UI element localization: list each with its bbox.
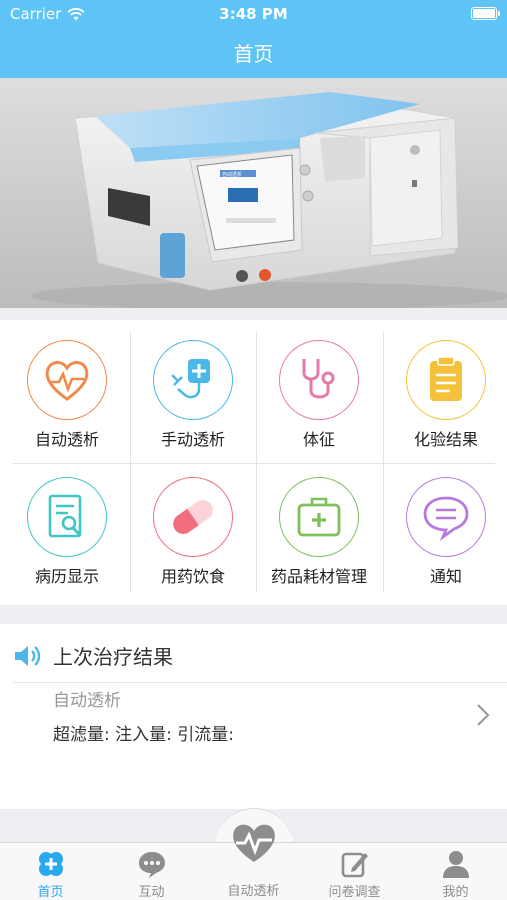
home-cross-icon bbox=[39, 852, 63, 876]
medical-kit-icon bbox=[297, 497, 341, 537]
message-icon bbox=[423, 496, 469, 542]
grid-item-label: 病历显示 bbox=[34, 567, 99, 586]
dialysis-device-image: 自动透析 bbox=[30, 92, 507, 308]
last-result-card[interactable]: 上次治疗结果 自动透析 超滤量: 注入量: 引流量: bbox=[0, 624, 507, 809]
tab-interaction[interactable]: 互动 bbox=[101, 843, 202, 900]
survey-edit-icon bbox=[341, 852, 368, 878]
tab-home[interactable]: 首页 bbox=[0, 843, 101, 900]
chevron-right-icon[interactable] bbox=[475, 702, 491, 728]
grid-item-label: 用药饮食 bbox=[160, 567, 225, 586]
grid-item-label: 通知 bbox=[429, 567, 462, 586]
divider bbox=[13, 682, 507, 683]
capsule-icon bbox=[173, 500, 213, 534]
status-bar: Carrier 3:48 PM bbox=[0, 0, 507, 28]
grid-item-medication-diet[interactable]: 用药饮食 bbox=[130, 457, 256, 594]
battery-icon bbox=[471, 7, 500, 20]
grid-item-label: 体征 bbox=[302, 430, 335, 449]
grid-item-vital-signs[interactable]: 体征 bbox=[256, 320, 382, 457]
status-time: 3:48 PM bbox=[219, 5, 288, 23]
manual-dialysis-icon bbox=[171, 359, 210, 399]
clipboard-icon bbox=[430, 356, 462, 401]
speaker-icon bbox=[15, 646, 41, 666]
icon-circle bbox=[153, 477, 233, 557]
grid-item-manual-dialysis[interactable]: 手动透析 bbox=[130, 320, 256, 457]
last-result-title: 上次治疗结果 bbox=[53, 645, 173, 669]
medical-record-icon bbox=[48, 494, 82, 538]
grid-item-notifications[interactable]: 通知 bbox=[383, 457, 507, 594]
tab-mine[interactable]: 我的 bbox=[405, 843, 506, 900]
stethoscope-icon bbox=[302, 359, 335, 399]
battery-fill bbox=[473, 9, 495, 18]
icon-circle bbox=[153, 340, 233, 420]
last-result-stats: 超滤量: 注入量: 引流量: bbox=[53, 725, 234, 745]
tab-label: 问卷调查 bbox=[328, 885, 381, 900]
tab-label: 自动透析 bbox=[227, 884, 280, 899]
page-title: 首页 bbox=[233, 42, 274, 66]
grid-item-lab-results[interactable]: 化验结果 bbox=[383, 320, 507, 457]
grid-item-label: 药品耗材管理 bbox=[270, 567, 367, 586]
icon-circle bbox=[279, 340, 359, 420]
icon-circle bbox=[406, 340, 486, 420]
tab-survey[interactable]: 问卷调查 bbox=[304, 843, 405, 900]
app-screen: Carrier 3:48 PM 首页 自动透析 自动透析 手动透析 体征 化验结… bbox=[0, 0, 507, 900]
icon-circle bbox=[279, 477, 359, 557]
svg-text:自动透析: 自动透析 bbox=[222, 171, 242, 178]
grid-item-label: 手动透析 bbox=[160, 430, 225, 449]
tab-label: 我的 bbox=[442, 885, 469, 900]
function-grid: 自动透析 手动透析 体征 化验结果 病历显示 用药饮食 药品耗材管理 通知 bbox=[0, 320, 507, 605]
top-bar: Carrier 3:48 PM 首页 bbox=[0, 0, 507, 78]
icon-circle bbox=[27, 340, 107, 420]
last-result-mode: 自动透析 bbox=[53, 691, 121, 711]
grid-item-supplies-management[interactable]: 药品耗材管理 bbox=[256, 457, 382, 594]
heart-pulse-icon bbox=[45, 361, 89, 401]
user-icon bbox=[443, 851, 469, 878]
chat-icon bbox=[139, 852, 165, 878]
hero-banner[interactable]: 自动透析 bbox=[0, 78, 507, 308]
icon-circle bbox=[406, 477, 486, 557]
grid-item-auto-dialysis[interactable]: 自动透析 bbox=[4, 320, 130, 457]
tab-label: 首页 bbox=[37, 885, 64, 900]
grid-item-label: 自动透析 bbox=[34, 430, 99, 449]
grid-item-medical-records[interactable]: 病历显示 bbox=[4, 457, 130, 594]
icon-circle bbox=[27, 477, 107, 557]
grid-item-label: 化验结果 bbox=[413, 430, 478, 449]
tab-label: 互动 bbox=[138, 885, 165, 900]
tab-auto-dialysis[interactable]: 自动透析 bbox=[203, 824, 304, 900]
heart-pulse-icon bbox=[233, 824, 275, 862]
